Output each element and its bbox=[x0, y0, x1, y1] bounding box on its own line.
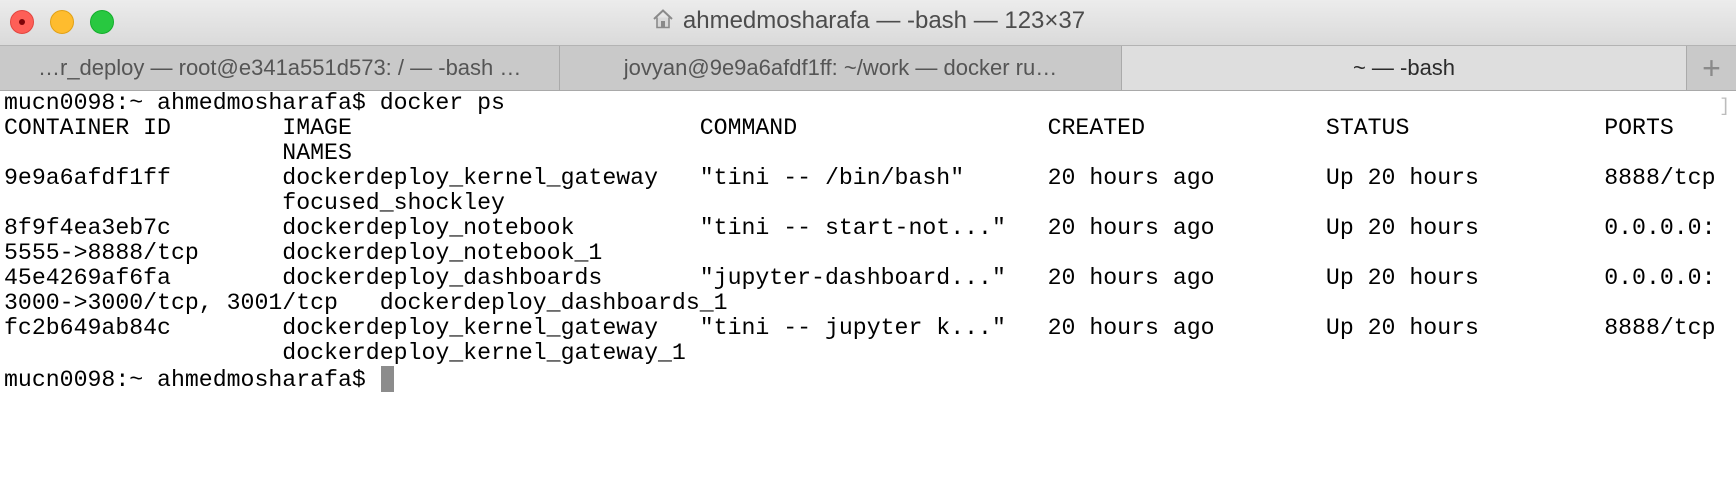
table-header-line: CONTAINER ID IMAGE COMMAND CREATED STATU… bbox=[4, 115, 1674, 141]
prompt: mucn0098:~ ahmedmosharafa$ bbox=[4, 90, 380, 116]
container-row-names: 3000->3000/tcp, 3001/tcp dockerdeploy_da… bbox=[4, 290, 728, 316]
container-row-names: focused_shockley bbox=[4, 190, 505, 216]
container-row: fc2b649ab84c dockerdeploy_kernel_gateway… bbox=[4, 315, 1716, 341]
window-title: ahmedmosharafa — -bash — 123×37 bbox=[0, 7, 1736, 35]
scroll-marker: ] bbox=[1719, 97, 1730, 117]
terminal-window: ahmedmosharafa — -bash — 123×37 …r_deplo… bbox=[0, 0, 1736, 478]
table-header-names-line: NAMES bbox=[4, 140, 352, 166]
container-row: 45e4269af6fa dockerdeploy_dashboards "ju… bbox=[4, 265, 1716, 291]
container-row: 9e9a6afdf1ff dockerdeploy_kernel_gateway… bbox=[4, 165, 1716, 191]
title-bar: ahmedmosharafa — -bash — 123×37 bbox=[0, 0, 1736, 45]
home-icon bbox=[653, 9, 673, 29]
terminal-output[interactable]: ] mucn0098:~ ahmedmosharafa$ docker ps C… bbox=[0, 89, 1736, 478]
tab-bar: …r_deploy — root@e341a551d573: / — -bash… bbox=[0, 45, 1736, 91]
text-cursor bbox=[380, 366, 394, 392]
command-text: docker ps bbox=[379, 90, 505, 116]
tab-jovyan-container[interactable]: jovyan@9e9a6afdf1ff: ~/work — docker ru… bbox=[560, 46, 1122, 90]
tab-bash-active[interactable]: ~ — -bash bbox=[1122, 46, 1687, 90]
prompt: mucn0098:~ ahmedmosharafa$ bbox=[4, 367, 380, 393]
final-prompt-line: mucn0098:~ ahmedmosharafa$ bbox=[4, 366, 394, 394]
container-row-names: dockerdeploy_kernel_gateway_1 bbox=[4, 340, 686, 366]
window-title-text: ahmedmosharafa — -bash — 123×37 bbox=[682, 7, 1086, 34]
command-line: mucn0098:~ ahmedmosharafa$ docker ps bbox=[4, 89, 505, 117]
container-row-names: 5555->8888/tcp dockerdeploy_notebook_1 bbox=[4, 240, 603, 266]
tab-root-container[interactable]: …r_deploy — root@e341a551d573: / — -bash… bbox=[0, 46, 560, 90]
container-row: 8f9f4ea3eb7c dockerdeploy_notebook "tini… bbox=[4, 215, 1716, 241]
new-tab-button[interactable]: + bbox=[1687, 46, 1736, 90]
